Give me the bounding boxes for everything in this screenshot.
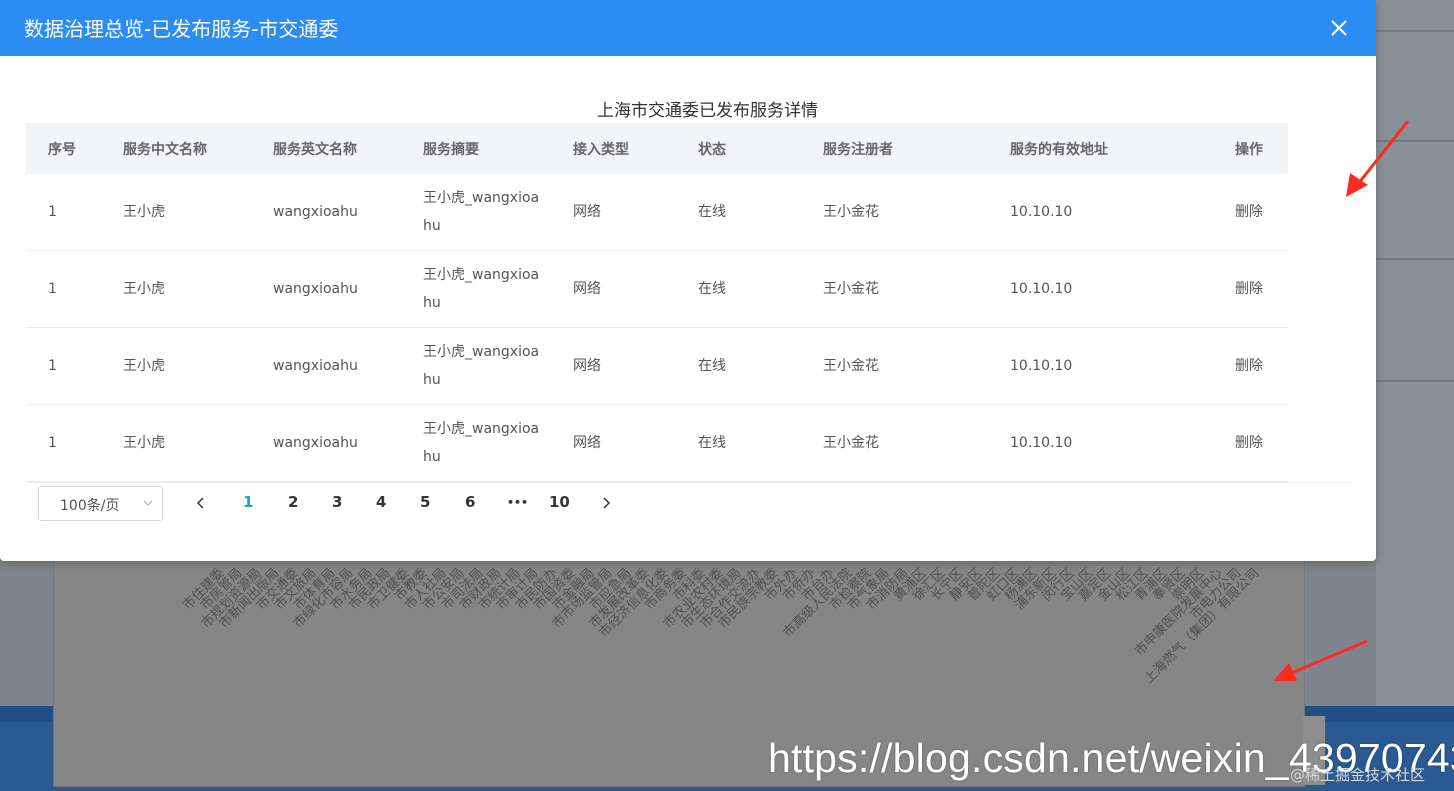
- dialog-title: 数据治理总览-已发布服务-市交通委: [24, 17, 339, 41]
- cell-summary: 王小虎_wangxioahu: [401, 404, 551, 482]
- page-size-select[interactable]: 100条/页: [38, 486, 163, 521]
- close-icon[interactable]: [1328, 17, 1350, 39]
- column-header-cn-name: 服务中文名称: [123, 141, 207, 158]
- background-divider: [1376, 30, 1454, 32]
- service-table: 序号 服务中文名称 服务英文名称 服务摘要 接入类型 状态 服务注册者 服务的有…: [26, 123, 1288, 482]
- cell-access-type: 网络: [551, 327, 676, 405]
- cell-cn-name: 王小虎: [101, 327, 251, 405]
- delete-link[interactable]: 删除: [1213, 174, 1288, 251]
- cell-address: 10.10.10: [988, 250, 1213, 328]
- cell-registrant: 王小金花: [801, 327, 988, 405]
- column-header-status: 状态: [698, 141, 726, 158]
- cell-status: 在线: [676, 174, 801, 251]
- cell-index: 1: [26, 250, 101, 328]
- cell-index: 1: [26, 404, 101, 482]
- cell-access-type: 网络: [551, 174, 676, 251]
- column-header-index: 序号: [48, 141, 76, 158]
- service-detail-dialog: 数据治理总览-已发布服务-市交通委 上海市交通委已发布服务详情 序号 服务中文名…: [0, 0, 1376, 561]
- background-divider: [1376, 380, 1454, 382]
- delete-link[interactable]: 删除: [1213, 404, 1288, 482]
- page-button-2[interactable]: 2: [288, 493, 298, 511]
- table-header-row: 序号 服务中文名称 服务英文名称 服务摘要 接入类型 状态 服务注册者 服务的有…: [26, 123, 1288, 174]
- cell-address: 10.10.10: [988, 404, 1213, 482]
- background-divider: [1376, 258, 1454, 260]
- column-header-summary: 服务摘要: [423, 141, 479, 158]
- table-row: 1 王小虎 wangxioahu 王小虎_wangxioahu 网络 在线 王小…: [26, 174, 1288, 251]
- chevron-down-icon: [144, 500, 152, 506]
- table-row: 1 王小虎 wangxioahu 王小虎_wangxioahu 网络 在线 王小…: [26, 404, 1288, 482]
- watermark-credit: @稀土掘金技术社区: [1290, 766, 1426, 784]
- column-header-registrant: 服务注册者: [823, 141, 893, 158]
- delete-link[interactable]: 删除: [1213, 250, 1288, 328]
- page-button-1[interactable]: 1: [243, 493, 253, 511]
- cell-en-name: wangxioahu: [251, 174, 401, 251]
- page-size-value: 100条/页: [60, 498, 120, 514]
- column-header-action: 操作: [1235, 141, 1263, 158]
- cell-access-type: 网络: [551, 404, 676, 482]
- column-header-address: 服务的有效地址: [1010, 141, 1108, 158]
- pagination-divider: [26, 482, 1351, 483]
- page-ellipsis[interactable]: •••: [507, 496, 528, 509]
- dialog-header: 数据治理总览-已发布服务-市交通委: [0, 0, 1376, 56]
- cell-summary: 王小虎_wangxioahu: [401, 250, 551, 328]
- page-button-3[interactable]: 3: [332, 493, 342, 511]
- prev-page-icon[interactable]: [195, 496, 207, 510]
- cell-en-name: wangxioahu: [251, 250, 401, 328]
- delete-link[interactable]: 删除: [1213, 327, 1288, 405]
- cell-address: 10.10.10: [988, 327, 1213, 405]
- next-page-icon[interactable]: [600, 496, 612, 510]
- page-button-4[interactable]: 4: [376, 493, 386, 511]
- annotation-arrow-icon: [1346, 120, 1410, 197]
- cell-status: 在线: [676, 404, 801, 482]
- cell-summary: 王小虎_wangxioahu: [401, 327, 551, 405]
- cell-summary: 王小虎_wangxioahu: [401, 174, 551, 251]
- cell-status: 在线: [676, 250, 801, 328]
- cell-access-type: 网络: [551, 250, 676, 328]
- cell-registrant: 王小金花: [801, 250, 988, 328]
- page-button-5[interactable]: 5: [420, 493, 430, 511]
- cell-registrant: 王小金花: [801, 174, 988, 251]
- cell-address: 10.10.10: [988, 174, 1213, 251]
- cell-en-name: wangxioahu: [251, 404, 401, 482]
- cell-index: 1: [26, 327, 101, 405]
- page-button-6[interactable]: 6: [465, 493, 475, 511]
- cell-en-name: wangxioahu: [251, 327, 401, 405]
- cell-cn-name: 王小虎: [101, 250, 251, 328]
- table-caption: 上海市交通委已发布服务详情: [597, 101, 818, 121]
- column-header-access-type: 接入类型: [573, 141, 629, 158]
- table-row: 1 王小虎 wangxioahu 王小虎_wangxioahu 网络 在线 王小…: [26, 250, 1288, 328]
- cell-status: 在线: [676, 327, 801, 405]
- cell-index: 1: [26, 174, 101, 251]
- column-header-en-name: 服务英文名称: [273, 141, 357, 158]
- cell-cn-name: 王小虎: [101, 404, 251, 482]
- table-row: 1 王小虎 wangxioahu 王小虎_wangxioahu 网络 在线 王小…: [26, 327, 1288, 405]
- cell-registrant: 王小金花: [801, 404, 988, 482]
- page-button-10[interactable]: 10: [549, 493, 570, 511]
- cell-cn-name: 王小虎: [101, 174, 251, 251]
- annotation-arrow-icon: [1273, 639, 1368, 681]
